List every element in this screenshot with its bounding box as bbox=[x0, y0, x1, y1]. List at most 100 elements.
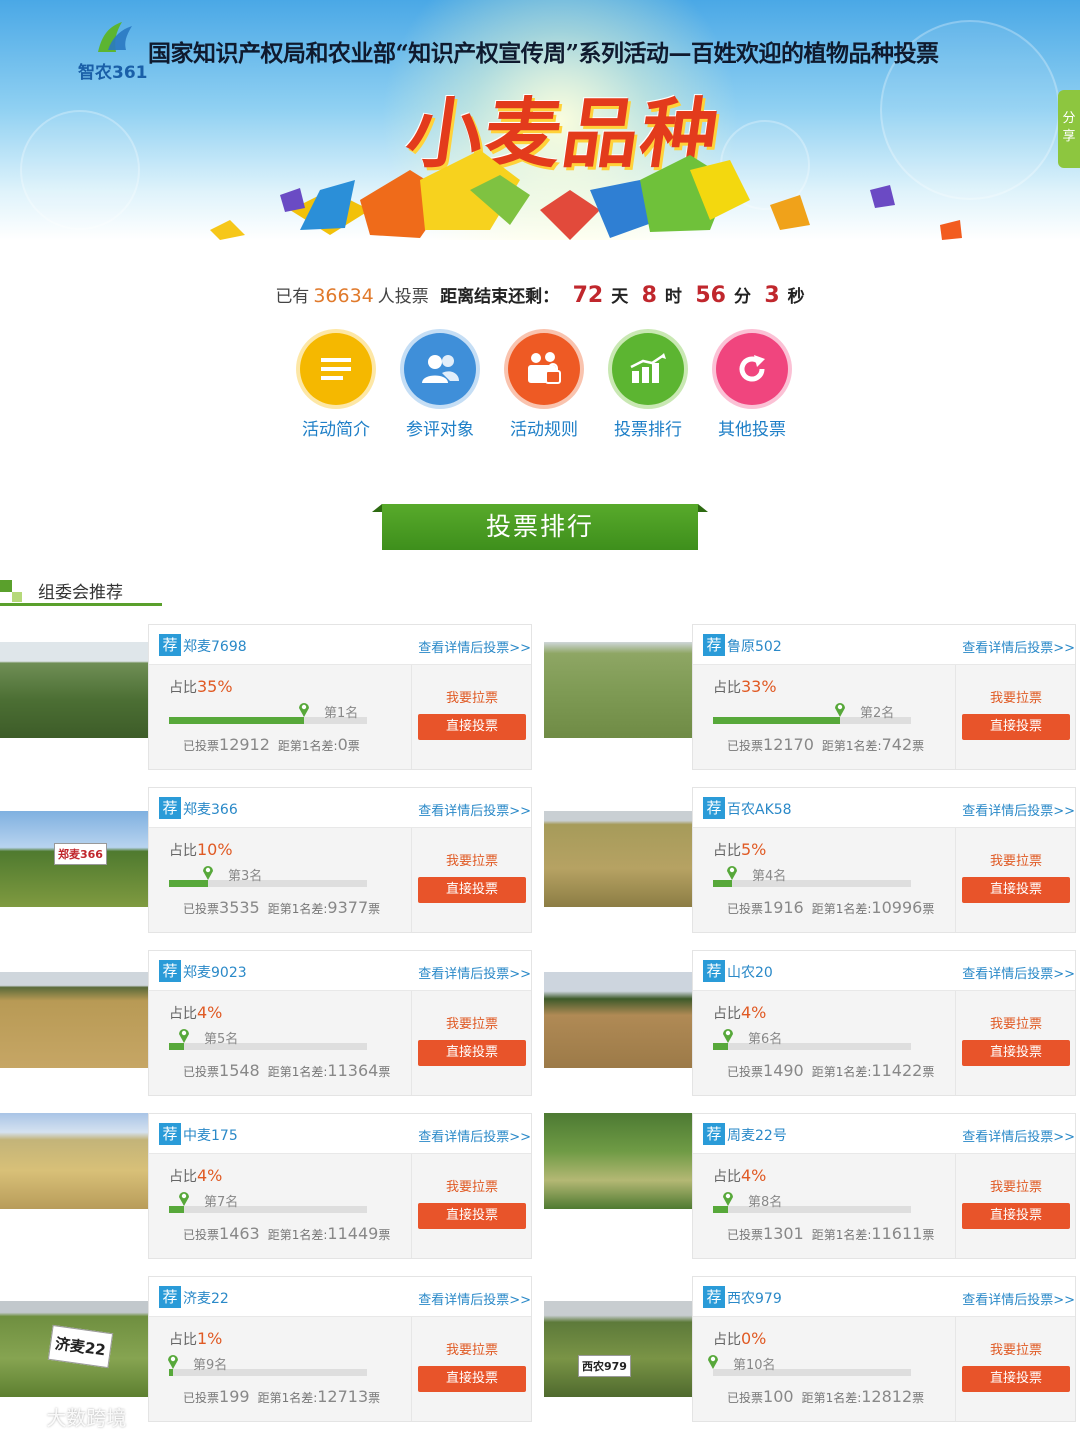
vote-button[interactable]: 直接投票 bbox=[418, 1203, 526, 1229]
nav-item-rules[interactable]: 活动规则 bbox=[489, 333, 599, 440]
vote-button[interactable]: 直接投票 bbox=[962, 714, 1070, 740]
location-pin-icon bbox=[835, 703, 845, 717]
rank-label: 第2名 bbox=[860, 706, 895, 721]
variety-panel: 荐鲁原502 查看详情后投票>> 占比33% 第2名 已投票12170 距第1名差:742… bbox=[692, 624, 1076, 770]
share-tab[interactable]: 分享 bbox=[1058, 90, 1080, 168]
vote-share-value: 35% bbox=[197, 677, 233, 696]
recommend-badge: 荐 bbox=[159, 797, 181, 819]
view-details-link[interactable]: 查看详情后投票>> bbox=[962, 637, 1075, 656]
votes-count: 3535 bbox=[219, 898, 260, 917]
stats-suffix: 人投票 bbox=[377, 287, 429, 307]
variety-photo[interactable] bbox=[0, 642, 148, 738]
variety-name[interactable]: 山农20 bbox=[727, 962, 773, 982]
vote-button[interactable]: 直接投票 bbox=[418, 1040, 526, 1066]
vote-button[interactable]: 直接投票 bbox=[962, 1203, 1070, 1229]
vote-stats-line: 已投票1916 距第1名差:10996票 bbox=[727, 898, 934, 917]
variety-name[interactable]: 周麦22号 bbox=[727, 1125, 787, 1145]
action-area: 我要拉票 直接投票 bbox=[411, 991, 531, 1095]
logo-text: 智农361 bbox=[78, 63, 148, 83]
canvass-link[interactable]: 我要拉票 bbox=[956, 1339, 1076, 1358]
nav-item-ranking[interactable]: 投票排行 bbox=[593, 333, 703, 440]
votes-label: 已投票 bbox=[727, 1391, 764, 1405]
countdown-days-unit: 天 bbox=[611, 287, 629, 307]
view-details-link[interactable]: 查看详情后投票>> bbox=[962, 800, 1075, 819]
variety-name[interactable]: 百农AK58 bbox=[727, 799, 792, 819]
view-details-link[interactable]: 查看详情后投票>> bbox=[418, 637, 531, 656]
variety-photo[interactable] bbox=[544, 642, 692, 738]
gap-label: 距第1名差: bbox=[267, 1065, 328, 1079]
canvass-link[interactable]: 我要拉票 bbox=[956, 850, 1076, 869]
canvass-link[interactable]: 我要拉票 bbox=[412, 687, 532, 706]
vote-button[interactable]: 直接投票 bbox=[418, 714, 526, 740]
variety-panel: 荐中麦175 查看详情后投票>> 占比4% 第7名 已投票1463 距第1名差:11449… bbox=[148, 1113, 532, 1259]
ticket-unit: 票 bbox=[347, 739, 360, 753]
vote-button[interactable]: 直接投票 bbox=[962, 1366, 1070, 1392]
view-details-link[interactable]: 查看详情后投票>> bbox=[418, 963, 531, 982]
vote-button[interactable]: 直接投票 bbox=[962, 1040, 1070, 1066]
countdown-days: 72 bbox=[572, 283, 604, 308]
location-pin-icon bbox=[179, 1192, 189, 1206]
votes-label: 已投票 bbox=[727, 902, 764, 916]
rank-label: 第7名 bbox=[204, 1195, 239, 1210]
canvass-link[interactable]: 我要拉票 bbox=[412, 1339, 532, 1358]
rank-label: 第5名 bbox=[204, 1032, 239, 1047]
vote-button[interactable]: 直接投票 bbox=[418, 877, 526, 903]
nav-item-other-votes[interactable]: 其他投票 bbox=[697, 333, 807, 440]
variety-photo[interactable] bbox=[544, 1113, 692, 1209]
location-pin-icon bbox=[723, 1192, 733, 1206]
variety-name[interactable]: 郑麦366 bbox=[183, 799, 238, 819]
vote-button[interactable]: 直接投票 bbox=[418, 1366, 526, 1392]
gap-label: 距第1名差: bbox=[267, 902, 328, 916]
view-details-link[interactable]: 查看详情后投票>> bbox=[418, 1126, 531, 1145]
countdown-seconds: 3 bbox=[764, 283, 780, 308]
canvass-link[interactable]: 我要拉票 bbox=[412, 850, 532, 869]
variety-name[interactable]: 中麦175 bbox=[183, 1125, 238, 1145]
canvass-link[interactable]: 我要拉票 bbox=[956, 1176, 1076, 1195]
variety-panel: 荐山农20 查看详情后投票>> 占比4% 第6名 已投票1490 距第1名差:11422票… bbox=[692, 950, 1076, 1096]
nav-item-candidates[interactable]: 参评对象 bbox=[385, 333, 495, 440]
canvass-link[interactable]: 我要拉票 bbox=[412, 1013, 532, 1032]
subheader-square-icon bbox=[12, 592, 22, 602]
variety-photo[interactable] bbox=[544, 811, 692, 907]
variety-photo[interactable]: 西农979 bbox=[544, 1301, 692, 1397]
votes-label: 已投票 bbox=[727, 1228, 764, 1242]
vote-share-value: 5% bbox=[741, 840, 767, 859]
vote-stats-line: 已投票12170 距第1名差:742票 bbox=[727, 735, 924, 754]
vote-progress-bar bbox=[713, 866, 911, 887]
gap-value: 11364 bbox=[327, 1061, 379, 1080]
vote-stats-line: 已投票12912 距第1名差:0票 bbox=[183, 735, 360, 754]
vote-share-label: 占比 bbox=[713, 1169, 741, 1185]
variety-header: 荐郑麦7698 查看详情后投票>> bbox=[149, 625, 531, 665]
variety-name[interactable]: 郑麦9023 bbox=[183, 962, 247, 982]
variety-photo[interactable] bbox=[544, 972, 692, 1068]
variety-photo[interactable] bbox=[0, 1113, 148, 1209]
view-details-link[interactable]: 查看详情后投票>> bbox=[962, 963, 1075, 982]
view-details-link[interactable]: 查看详情后投票>> bbox=[962, 1289, 1075, 1308]
vote-progress-fill bbox=[713, 880, 732, 887]
variety-photo[interactable]: 郑麦366 bbox=[0, 811, 148, 907]
nav-item-intro[interactable]: 活动简介 bbox=[281, 333, 391, 440]
vote-button[interactable]: 直接投票 bbox=[962, 877, 1070, 903]
nav-label: 投票排行 bbox=[614, 420, 682, 440]
rank-label: 第8名 bbox=[748, 1195, 783, 1210]
variety-photo[interactable]: 济麦22 bbox=[0, 1301, 148, 1397]
variety-photo[interactable] bbox=[0, 972, 148, 1068]
variety-name[interactable]: 西农979 bbox=[727, 1288, 782, 1308]
canvass-link[interactable]: 我要拉票 bbox=[956, 687, 1076, 706]
vote-share: 占比4% bbox=[169, 1003, 222, 1023]
variety-card: 荐百农AK58 查看详情后投票>> 占比5% 第4名 已投票1916 距第1名差:1099… bbox=[544, 787, 1076, 933]
view-details-link[interactable]: 查看详情后投票>> bbox=[418, 1289, 531, 1308]
view-details-link[interactable]: 查看详情后投票>> bbox=[962, 1126, 1075, 1145]
ticket-unit: 票 bbox=[912, 739, 925, 753]
action-area: 我要拉票 直接投票 bbox=[955, 1317, 1075, 1421]
variety-name[interactable]: 鲁原502 bbox=[727, 636, 782, 656]
variety-name[interactable]: 济麦22 bbox=[183, 1288, 229, 1308]
variety-name[interactable]: 郑麦7698 bbox=[183, 636, 247, 656]
location-pin-icon bbox=[203, 866, 213, 880]
canvass-link[interactable]: 我要拉票 bbox=[956, 1013, 1076, 1032]
view-details-link[interactable]: 查看详情后投票>> bbox=[418, 800, 531, 819]
countdown-label: 距离结束还剩： bbox=[440, 287, 560, 307]
canvass-link[interactable]: 我要拉票 bbox=[412, 1176, 532, 1195]
gap-label: 距第1名差: bbox=[811, 902, 872, 916]
action-area: 我要拉票 直接投票 bbox=[411, 1154, 531, 1258]
